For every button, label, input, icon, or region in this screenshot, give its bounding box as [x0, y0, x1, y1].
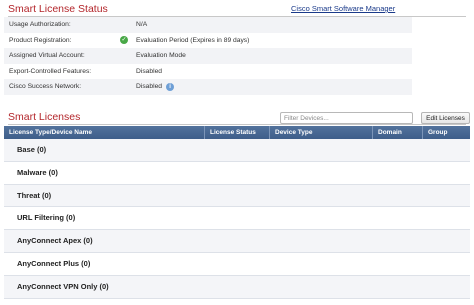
- table-body: Base (0) Malware (0) Threat (0) URL Filt…: [4, 139, 470, 299]
- smart-licenses-table: License Type/Device Name License Status …: [4, 126, 470, 299]
- status-label: Assigned Virtual Account:: [9, 52, 85, 60]
- status-row-usage-authorization: Usage Authorization: N/A: [4, 17, 412, 33]
- column-header-domain[interactable]: Domain: [373, 126, 423, 139]
- status-label: Usage Authorization:: [9, 21, 71, 28]
- check-icon: ✓: [120, 36, 128, 45]
- license-row-threat[interactable]: Threat (0): [4, 184, 470, 208]
- status-row-product-registration: Product Registration: ✓ Evaluation Perio…: [4, 33, 412, 49]
- license-row-anyconnect-apex[interactable]: AnyConnect Apex (0): [4, 230, 470, 253]
- status-value: ✓ Evaluation Period (Expires in 89 days): [120, 36, 250, 45]
- license-row-base[interactable]: Base (0): [4, 139, 470, 162]
- status-label: Product Registration:: [9, 36, 72, 44]
- status-value: Disabled i: [136, 79, 175, 95]
- column-header-license-type[interactable]: License Type/Device Name: [4, 126, 205, 139]
- column-header-group[interactable]: Group: [423, 126, 470, 139]
- smart-license-status-title: Smart License Status: [8, 3, 108, 15]
- status-row-assigned-virtual-account: Assigned Virtual Account: Evaluation Mod…: [4, 48, 412, 64]
- section-divider: [8, 124, 466, 125]
- column-header-license-status[interactable]: License Status: [205, 126, 270, 139]
- status-value: Evaluation Mode: [136, 52, 186, 60]
- edit-licenses-button[interactable]: Edit Licenses: [421, 112, 470, 124]
- column-header-device-type[interactable]: Device Type: [270, 126, 373, 139]
- license-row-url-filtering[interactable]: URL Filtering (0): [4, 207, 470, 231]
- filter-devices-input[interactable]: [280, 112, 413, 124]
- info-icon[interactable]: i: [166, 83, 175, 92]
- status-label: Cisco Success Network:: [9, 83, 82, 91]
- status-row-cisco-success-network: Cisco Success Network: Disabled i: [4, 79, 412, 95]
- status-label: Export-Controlled Features:: [9, 67, 92, 75]
- table-header: License Type/Device Name License Status …: [4, 126, 470, 139]
- status-row-export-controlled-features: Export-Controlled Features: Disabled: [4, 64, 412, 80]
- status-value: Disabled: [136, 67, 163, 75]
- license-row-malware[interactable]: Malware (0): [4, 162, 470, 185]
- status-value: N/A: [136, 21, 148, 28]
- license-row-anyconnect-plus[interactable]: AnyConnect Plus (0): [4, 253, 470, 276]
- license-row-anyconnect-vpn-only[interactable]: AnyConnect VPN Only (0): [4, 275, 470, 299]
- cisco-smart-software-manager-link[interactable]: Cisco Smart Software Manager: [291, 4, 395, 13]
- license-status-list: Usage Authorization: N/A Product Registr…: [4, 17, 412, 95]
- smart-licenses-title: Smart Licenses: [8, 111, 81, 123]
